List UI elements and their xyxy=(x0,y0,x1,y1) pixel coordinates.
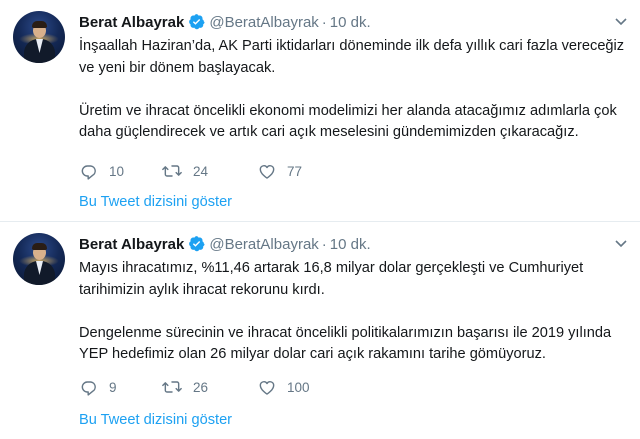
reply-count: 10 xyxy=(109,163,125,179)
separator-dot: · xyxy=(321,236,327,253)
tweet-paragraph: Mayıs ihracatımız, %11,46 artarak 16,8 m… xyxy=(79,260,584,298)
tweet-paragraph: Dengelenme sürecinin ve ihracat öncelikl… xyxy=(79,324,612,363)
show-thread-link[interactable]: Bu Tweet dizisini göster xyxy=(79,412,232,428)
avatar-hair xyxy=(32,243,47,250)
author-handle[interactable]: @BeratAlbayrak xyxy=(209,14,318,31)
like-count: 100 xyxy=(287,379,310,395)
like-button[interactable]: 100 xyxy=(257,376,310,398)
reply-count: 9 xyxy=(109,379,117,395)
retweet-button[interactable]: 24 xyxy=(161,160,208,182)
avatar[interactable] xyxy=(13,233,65,285)
avatar[interactable] xyxy=(13,11,65,63)
author-name[interactable]: Berat Albayrak xyxy=(79,14,184,31)
tweet-time[interactable]: 10 dk. xyxy=(330,14,371,31)
separator-dot: · xyxy=(321,14,327,31)
chevron-down-icon[interactable] xyxy=(614,236,628,255)
tweet-text: İnşaallah Haziran’da, AK Parti iktidarla… xyxy=(79,36,629,144)
reply-button[interactable]: 9 xyxy=(79,376,117,398)
tweet[interactable]: Berat Albayrak @BeratAlbayrak · 10 dk. Mayı… xyxy=(0,222,640,439)
tweet-header: Berat Albayrak @BeratAlbayrak · 10 dk. xyxy=(79,13,371,33)
like-count: 77 xyxy=(287,163,303,179)
tweet[interactable]: Berat Albayrak @BeratAlbayrak · 10 dk. İnşa… xyxy=(0,0,640,220)
tweet-header: Berat Albayrak @BeratAlbayrak · 10 dk. xyxy=(79,235,371,255)
retweet-icon xyxy=(161,377,183,397)
tweet-text: Mayıs ihracatımız, %11,46 artarak 16,8 m… xyxy=(79,258,629,366)
retweet-count: 24 xyxy=(193,163,209,179)
heart-icon xyxy=(257,161,277,181)
retweet-button[interactable]: 26 xyxy=(161,376,208,398)
chevron-down-icon[interactable] xyxy=(614,14,628,33)
verified-badge-icon xyxy=(188,13,205,36)
author-name[interactable]: Berat Albayrak xyxy=(79,236,184,253)
retweet-icon xyxy=(161,161,183,181)
show-thread-link[interactable]: Bu Tweet dizisini göster xyxy=(79,194,232,210)
verified-badge-icon xyxy=(188,235,205,258)
reply-bubble-icon xyxy=(79,377,99,397)
heart-icon xyxy=(257,377,277,397)
reply-button[interactable]: 10 xyxy=(79,160,124,182)
reply-bubble-icon xyxy=(79,161,99,181)
like-button[interactable]: 77 xyxy=(257,160,302,182)
avatar-hair xyxy=(32,21,47,28)
tweet-time[interactable]: 10 dk. xyxy=(330,236,371,253)
tweet-paragraph: Üretim ve ihracat öncelikli ekonomi mode… xyxy=(79,102,617,141)
tweet-paragraph: İnşaallah Haziran’da, AK Parti iktidarla… xyxy=(79,38,625,76)
author-handle[interactable]: @BeratAlbayrak xyxy=(209,236,318,253)
retweet-count: 26 xyxy=(193,379,209,395)
